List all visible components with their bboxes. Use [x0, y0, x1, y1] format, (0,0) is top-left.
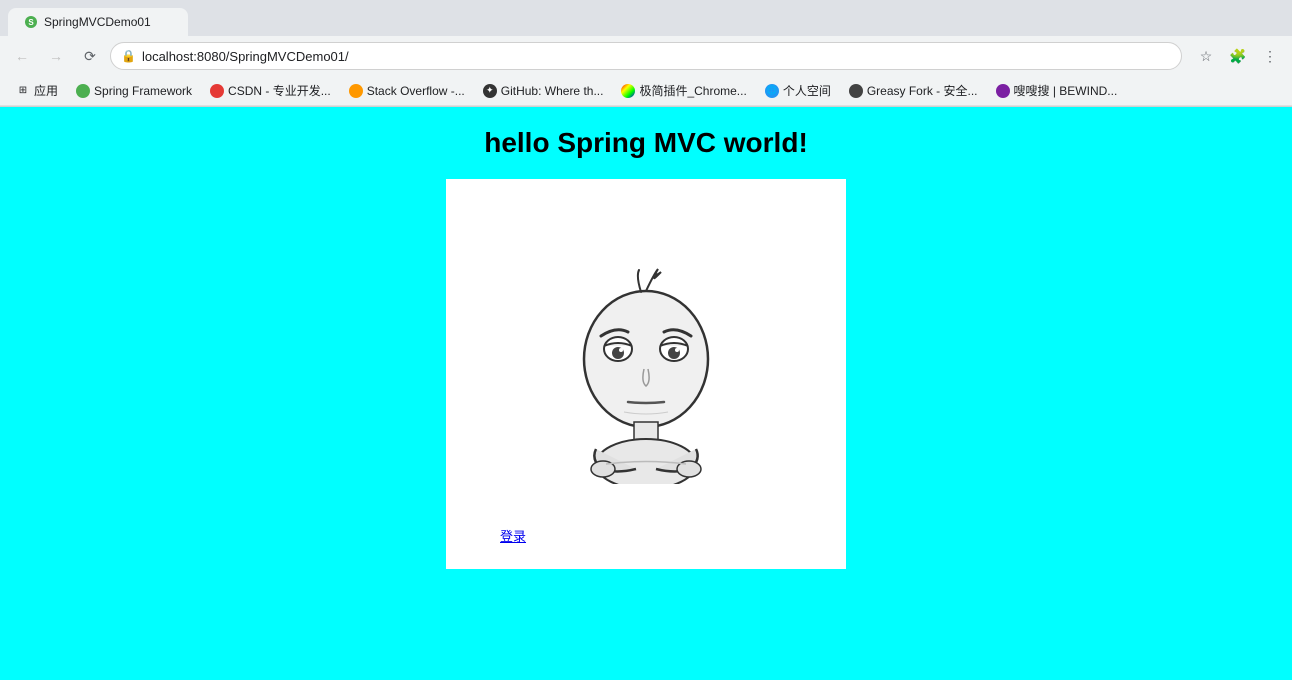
- lock-icon: 🔒: [121, 49, 136, 63]
- tab-favicon: S: [24, 15, 38, 29]
- page-title: hello Spring MVC world!: [484, 127, 808, 159]
- bookmark-csdn[interactable]: CSDN - 专业开发...: [202, 80, 339, 101]
- bookmark-label: Stack Overflow -...: [367, 84, 465, 98]
- address-bar-row: ← → ⟳ 🔒 localhost:8080/SpringMVCDemo01/ …: [0, 36, 1292, 76]
- jijian-favicon: [621, 84, 635, 98]
- page-content: hello Spring MVC world!: [0, 107, 1292, 680]
- browser-chrome: S SpringMVCDemo01 ← → ⟳ 🔒 localhost:8080…: [0, 0, 1292, 107]
- spring-favicon: [76, 84, 90, 98]
- profile-button[interactable]: ⋮: [1256, 42, 1284, 70]
- tab-bar: S SpringMVCDemo01: [0, 0, 1292, 36]
- address-bar[interactable]: 🔒 localhost:8080/SpringMVCDemo01/: [110, 42, 1182, 70]
- forward-button[interactable]: →: [42, 42, 70, 70]
- stackoverflow-favicon: [349, 84, 363, 98]
- bookmark-personal[interactable]: 🌐 个人空间: [757, 80, 839, 101]
- bookmark-label: GitHub: Where th...: [501, 84, 604, 98]
- image-card: [446, 179, 846, 569]
- reload-button[interactable]: ⟳: [76, 42, 104, 70]
- github-favicon: ✦: [483, 84, 497, 98]
- back-button[interactable]: ←: [8, 42, 36, 70]
- bookmark-jijian[interactable]: 极简插件_Chrome...: [613, 80, 754, 101]
- bookmark-greasyfork[interactable]: Greasy Fork - 安全...: [841, 80, 986, 101]
- bookmark-apps[interactable]: ⊞ 应用: [8, 80, 66, 101]
- bookmark-spring[interactable]: Spring Framework: [68, 82, 200, 100]
- apps-icon: ⊞: [16, 84, 30, 98]
- svg-text:S: S: [28, 18, 34, 27]
- browser-actions: ☆ 🧩 ⋮: [1192, 42, 1284, 70]
- bookmark-label: 嗖嗖搜 | BEWIND...: [1014, 82, 1118, 99]
- bookmarks-bar: ⊞ 应用 Spring Framework CSDN - 专业开发... Sta…: [0, 76, 1292, 106]
- bookmark-label: 个人空间: [783, 82, 831, 99]
- address-text: localhost:8080/SpringMVCDemo01/: [142, 49, 349, 64]
- greasyfork-favicon: [849, 84, 863, 98]
- bookmark-label: CSDN - 专业开发...: [228, 82, 331, 99]
- login-link[interactable]: 登录: [500, 526, 526, 545]
- sousou-favicon: [996, 84, 1010, 98]
- active-tab[interactable]: S SpringMVCDemo01: [8, 8, 188, 36]
- bookmark-stackoverflow[interactable]: Stack Overflow -...: [341, 82, 473, 100]
- personal-favicon: 🌐: [765, 84, 779, 98]
- bookmark-label: Greasy Fork - 安全...: [867, 82, 978, 99]
- bookmark-label: 极简插件_Chrome...: [639, 82, 746, 99]
- csdn-favicon: [210, 84, 224, 98]
- bookmark-label: 应用: [34, 82, 58, 99]
- meme-image: [546, 264, 746, 484]
- bookmark-sousou[interactable]: 嗖嗖搜 | BEWIND...: [988, 80, 1126, 101]
- bookmark-github[interactable]: ✦ GitHub: Where th...: [475, 82, 612, 100]
- bookmark-star-button[interactable]: ☆: [1192, 42, 1220, 70]
- bookmark-label: Spring Framework: [94, 84, 192, 98]
- tab-title: SpringMVCDemo01: [44, 15, 151, 29]
- extension-puzzle-button[interactable]: 🧩: [1224, 42, 1252, 70]
